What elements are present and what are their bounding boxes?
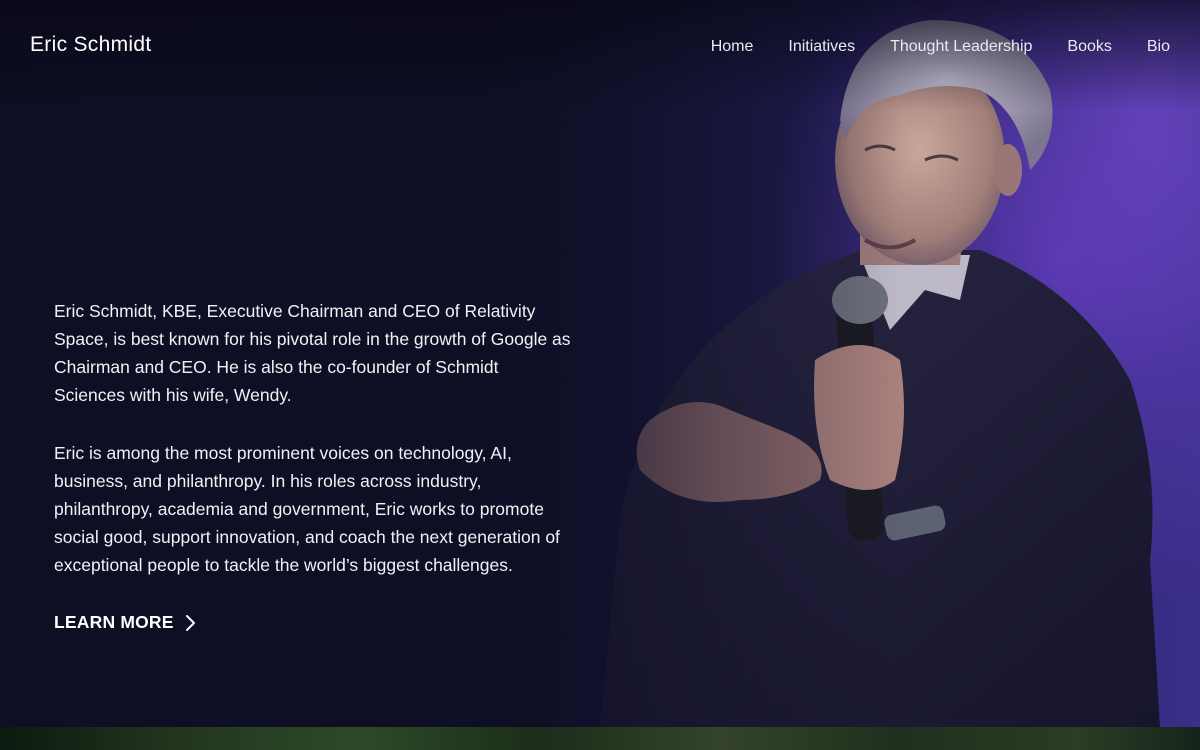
intro-paragraph: Eric Schmidt, KBE, Executive Chairman an… <box>54 301 571 405</box>
nav-item-home[interactable]: Home <box>711 37 754 57</box>
hero-section: Eric Schmidt Home Initiatives Thought Le… <box>0 0 1200 727</box>
chevron-right-icon <box>185 614 195 631</box>
nav-item-initiatives[interactable]: Initiatives <box>788 37 855 57</box>
site-title[interactable]: Eric Schmidt <box>30 33 151 57</box>
main-nav: Home Initiatives Thought Leadership Book… <box>676 37 1170 57</box>
hero-copy: Eric Schmidt, KBE, Executive Chairman an… <box>54 297 574 609</box>
nav-item-bio[interactable]: Bio <box>1147 37 1170 57</box>
learn-more-label: LEARN MORE <box>54 612 174 632</box>
learn-more-link[interactable]: LEARN MORE <box>54 612 198 633</box>
next-section-preview <box>0 727 1200 750</box>
nav-item-books[interactable]: Books <box>1067 37 1111 57</box>
nav-item-thought-leadership[interactable]: Thought Leadership <box>890 37 1032 57</box>
about-paragraph: Eric is among the most prominent voices … <box>54 443 560 575</box>
